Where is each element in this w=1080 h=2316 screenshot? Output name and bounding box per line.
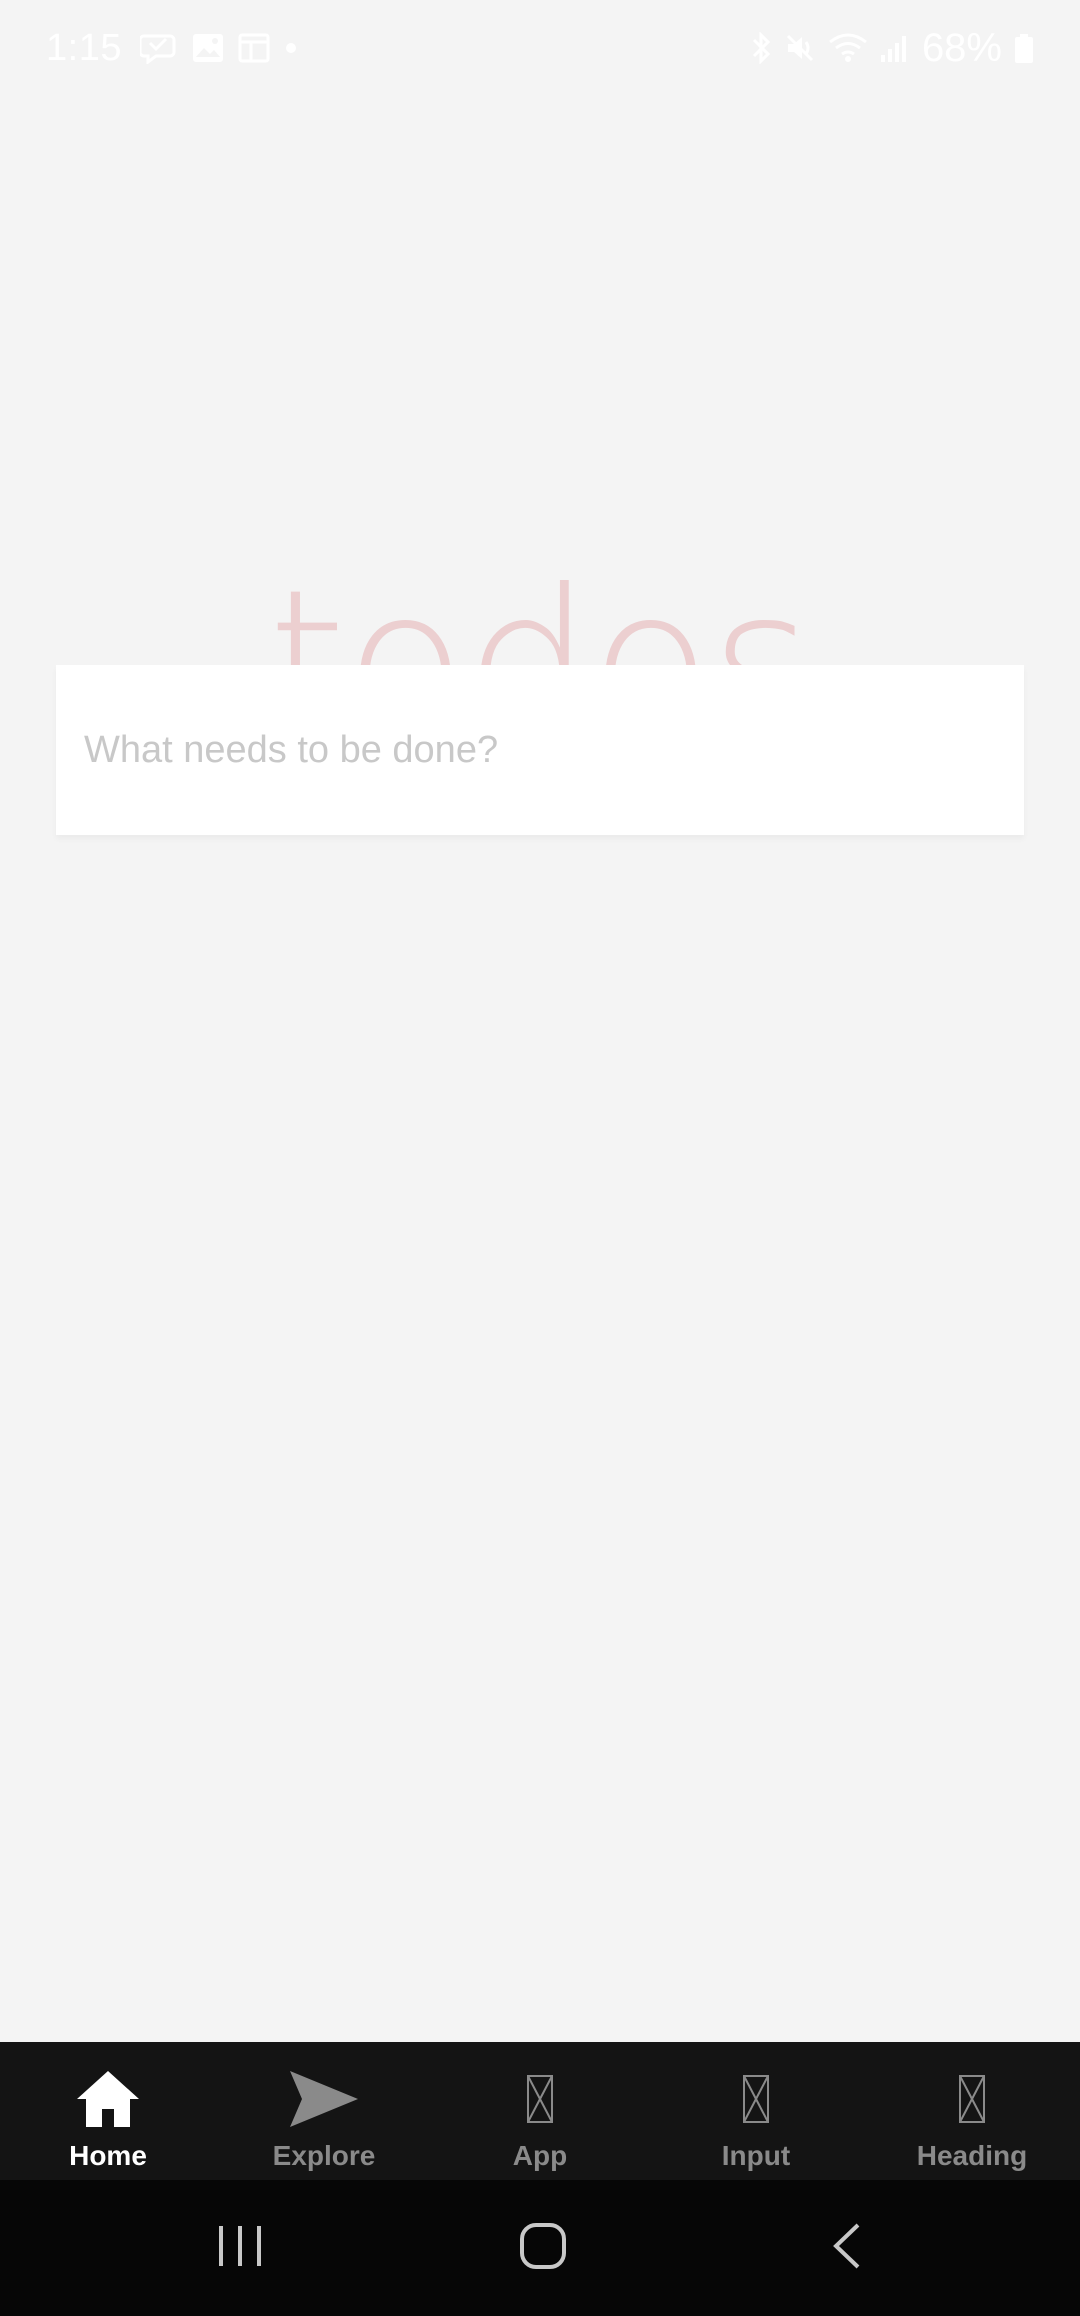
dot-icon [284, 41, 298, 55]
recent-apps-icon [215, 2222, 265, 2275]
battery-icon [1014, 32, 1034, 64]
status-time: 1:15 [46, 26, 122, 69]
recent-apps-button[interactable] [160, 2180, 320, 2316]
tab-app[interactable]: App [432, 2042, 648, 2180]
home-nav-button[interactable] [463, 2180, 623, 2316]
status-right: 68% [738, 20, 1034, 76]
missing-glyph-icon [526, 2064, 554, 2134]
tab-label: App [512, 2140, 568, 2171]
missing-glyph-icon [742, 2064, 770, 2134]
home-button-icon [518, 2221, 568, 2276]
tab-label: Input [721, 2140, 791, 2171]
wifi-icon [828, 32, 868, 64]
bluetooth-icon [750, 32, 772, 64]
send-icon [288, 2064, 360, 2134]
chat-bubble-icon [139, 32, 178, 64]
tab-label: Explore [272, 2140, 376, 2171]
status-left: 1:15 [46, 20, 312, 76]
tab-home[interactable]: Home [0, 2042, 216, 2180]
status-bar: 1:15 68% [0, 0, 1080, 96]
back-button[interactable] [766, 2180, 926, 2316]
tab-label: Home [69, 2140, 147, 2171]
calendar-icon [238, 33, 270, 63]
home-icon [75, 2064, 141, 2134]
photo-icon [192, 33, 224, 63]
signal-icon [880, 33, 908, 63]
tab-label: Heading [916, 2140, 1028, 2171]
missing-glyph-icon [958, 2064, 986, 2134]
new-todo-input[interactable] [56, 665, 1024, 835]
tab-explore[interactable]: Explore [216, 2042, 432, 2180]
new-todo-container [56, 665, 1024, 835]
tab-heading[interactable]: Heading [864, 2042, 1080, 2180]
back-icon [828, 2221, 864, 2276]
battery-percent: 68% [921, 25, 1002, 70]
tab-input[interactable]: Input [648, 2042, 864, 2180]
mute-icon [784, 32, 816, 64]
bottom-tab-bar: Home Explore App Input Heading [0, 2042, 1080, 2180]
system-nav-bar [0, 2180, 1080, 2316]
